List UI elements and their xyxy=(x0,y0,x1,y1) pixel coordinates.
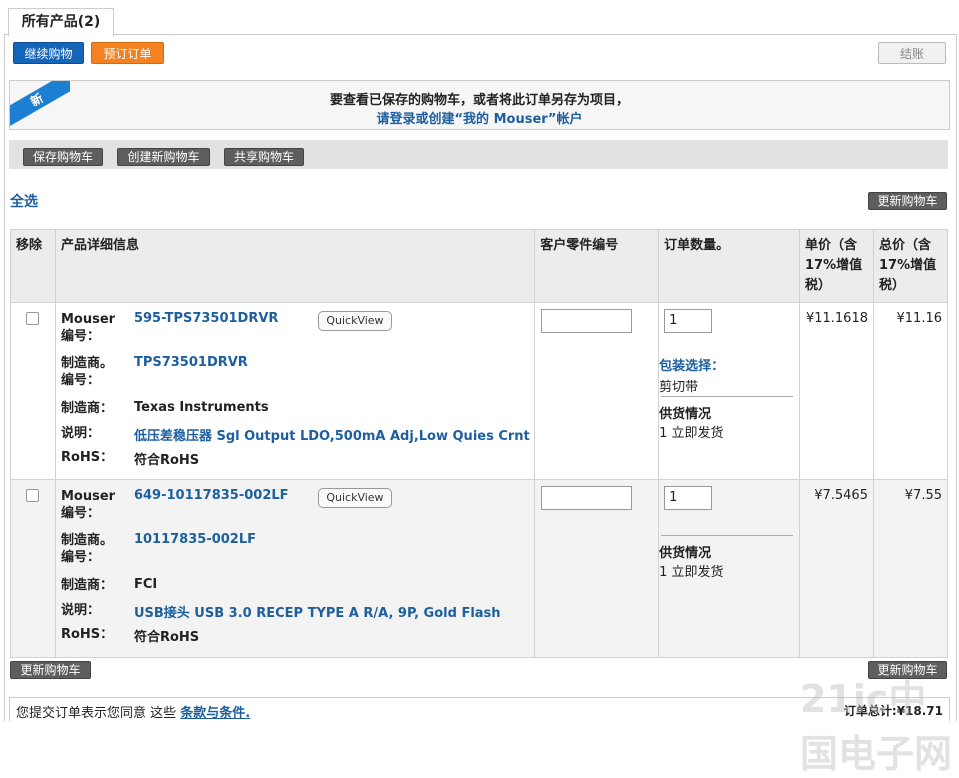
desc-link[interactable]: 低压差稳压器 Sgl Output LDO,500mA Adj,Low Quie… xyxy=(134,425,530,444)
continue-shopping-button[interactable]: 继续购物 xyxy=(13,42,84,64)
quickview-button[interactable]: QuickView xyxy=(317,311,392,331)
header-total-price: 总价（含17%增值税） xyxy=(872,229,949,303)
unit-price: ¥7.5465 xyxy=(799,479,874,658)
quickview-button[interactable]: QuickView xyxy=(317,488,392,508)
qty-divider xyxy=(661,396,794,397)
mfr-no-label: 制造商。编号： xyxy=(61,532,113,566)
mouser-no-label: Mouser 编号： xyxy=(61,488,115,522)
header-details: 产品详细信息 xyxy=(54,229,536,303)
customer-part-input[interactable] xyxy=(541,486,633,510)
packaging-link[interactable]: 包装选择： xyxy=(659,355,724,374)
share-cart-button[interactable]: 共享购物车 xyxy=(224,148,304,166)
mfr-label: 制造商： xyxy=(60,578,113,593)
stock-value: 1 立即发货 xyxy=(659,426,724,441)
mfr-value: Texas Instruments xyxy=(133,400,269,415)
mouser-part-link[interactable]: 595-TPS73501DRVR xyxy=(134,311,278,326)
table-row: Mouser 编号： 595-TPS73501DRVR QuickView 制造商… xyxy=(10,302,949,480)
qty-input[interactable]: 1 xyxy=(664,309,713,333)
login-create-account-link[interactable]: 请登录或创建“我的 Mouser”帐户 xyxy=(10,108,949,127)
customer-part-cell xyxy=(534,302,660,480)
save-cart-button[interactable]: 保存购物车 xyxy=(23,148,103,166)
banner-message: 要查看已保存的购物车，或者将此订单另存为项目， xyxy=(329,93,629,108)
product-details-cell: Mouser 编号： 595-TPS73501DRVR QuickView 制造商… xyxy=(54,302,536,480)
tab-bar: 所有产品(2) xyxy=(0,0,959,36)
mfr-no-label-b: 编号： xyxy=(60,373,100,388)
mouser-no-label-b: 编号： xyxy=(60,329,100,344)
tab-all-products[interactable]: 所有产品(2) xyxy=(8,8,114,36)
mfr-label: 制造商： xyxy=(60,401,113,416)
total-price: ¥11.16 xyxy=(872,302,949,480)
update-cart-button-top[interactable]: 更新购物车 xyxy=(868,192,947,210)
preorder-button[interactable]: 预订订单 xyxy=(91,42,164,64)
rohs-value: 符合RoHS xyxy=(133,453,200,468)
qty-input[interactable]: 1 xyxy=(664,486,713,510)
select-all-link[interactable]: 全选 xyxy=(10,191,38,211)
agree-text: 您提交订单表示您同意 这些 xyxy=(16,706,177,721)
mfr-no-label-a: 制造商。 xyxy=(60,533,113,548)
remove-checkbox[interactable] xyxy=(26,312,40,325)
stock-value: 1 立即发货 xyxy=(659,565,724,580)
mouser-no-label-a: Mouser xyxy=(60,312,116,327)
remove-checkbox[interactable] xyxy=(26,489,40,502)
product-details-cell: Mouser 编号： 649-10117835-002LF QuickView 制… xyxy=(54,479,536,658)
terms-link[interactable]: 条款与条件. xyxy=(180,706,250,721)
qty-cell: 1 包装选择： 剪切带 供货情况 1 立即发货 xyxy=(658,302,800,480)
stock-label: 供货情况 xyxy=(659,546,712,561)
header-unit-price: 单价（含17%增值税） xyxy=(799,229,874,303)
checkout-button[interactable]: 结账 xyxy=(878,42,946,64)
table-header-row: 移除 产品详细信息 客户零件编号 订单数量。 单价（含17%增值税） 总价（含1… xyxy=(10,229,949,303)
unit-price: ¥11.1618 xyxy=(799,302,874,480)
table-row: Mouser 编号： 649-10117835-002LF QuickView 制… xyxy=(10,479,949,658)
header-customer-part: 客户零件编号 xyxy=(534,229,660,303)
mfr-no-label: 制造商。编号： xyxy=(61,355,113,389)
customer-part-input[interactable] xyxy=(541,309,633,333)
rohs-value: 符合RoHS xyxy=(133,630,200,645)
rohs-label: RoHS： xyxy=(60,627,114,642)
stock-label: 供货情况 xyxy=(659,407,712,422)
mouser-no-label-a: Mouser xyxy=(60,489,116,504)
mfr-part-link[interactable]: 10117835-002LF xyxy=(134,532,256,547)
mouser-no-label: Mouser 编号： xyxy=(61,311,115,345)
mfr-no-label-b: 编号： xyxy=(60,550,100,565)
customer-part-cell xyxy=(534,479,660,658)
header-remove: 移除 xyxy=(10,229,56,303)
qty-cell: 1 供货情况 1 立即发货 xyxy=(658,479,800,658)
mouser-no-label-b: 编号： xyxy=(60,506,100,521)
total-price: ¥7.55 xyxy=(872,479,949,658)
header-qty: 订单数量。 xyxy=(658,229,800,303)
cart-table: 移除 产品详细信息 客户零件编号 订单数量。 单价（含17%增值税） 总价（含1… xyxy=(10,229,949,658)
mfr-part-link[interactable]: TPS73501DRVR xyxy=(134,355,248,370)
desc-link[interactable]: USB接头 USB 3.0 RECEP TYPE A R/A, 9P, Gold… xyxy=(134,602,501,621)
desc-label: 说明： xyxy=(60,603,100,618)
rohs-label: RoHS： xyxy=(60,450,114,465)
remove-cell xyxy=(10,479,56,658)
create-cart-button[interactable]: 创建新购物车 xyxy=(117,148,210,166)
cart-action-bar: 保存购物车 创建新购物车 共享购物车 xyxy=(9,140,948,169)
update-cart-button-bottom-left[interactable]: 更新购物车 xyxy=(10,661,91,679)
mouser-part-link[interactable]: 649-10117835-002LF xyxy=(134,488,289,503)
qty-divider xyxy=(661,535,794,536)
packaging-value: 剪切带 xyxy=(659,380,699,395)
site-watermark: 21ic中国电子网 xyxy=(800,677,953,776)
remove-cell xyxy=(10,302,56,480)
terms-text: 您提交订单表示您同意 这些 条款与条件. xyxy=(16,702,250,721)
mfr-no-label-a: 制造商。 xyxy=(60,356,113,371)
mfr-value: FCI xyxy=(133,577,158,592)
desc-label: 说明： xyxy=(60,426,100,441)
login-banner: 新 要查看已保存的购物车，或者将此订单另存为项目， 请登录或创建“我的 Mous… xyxy=(9,80,950,130)
